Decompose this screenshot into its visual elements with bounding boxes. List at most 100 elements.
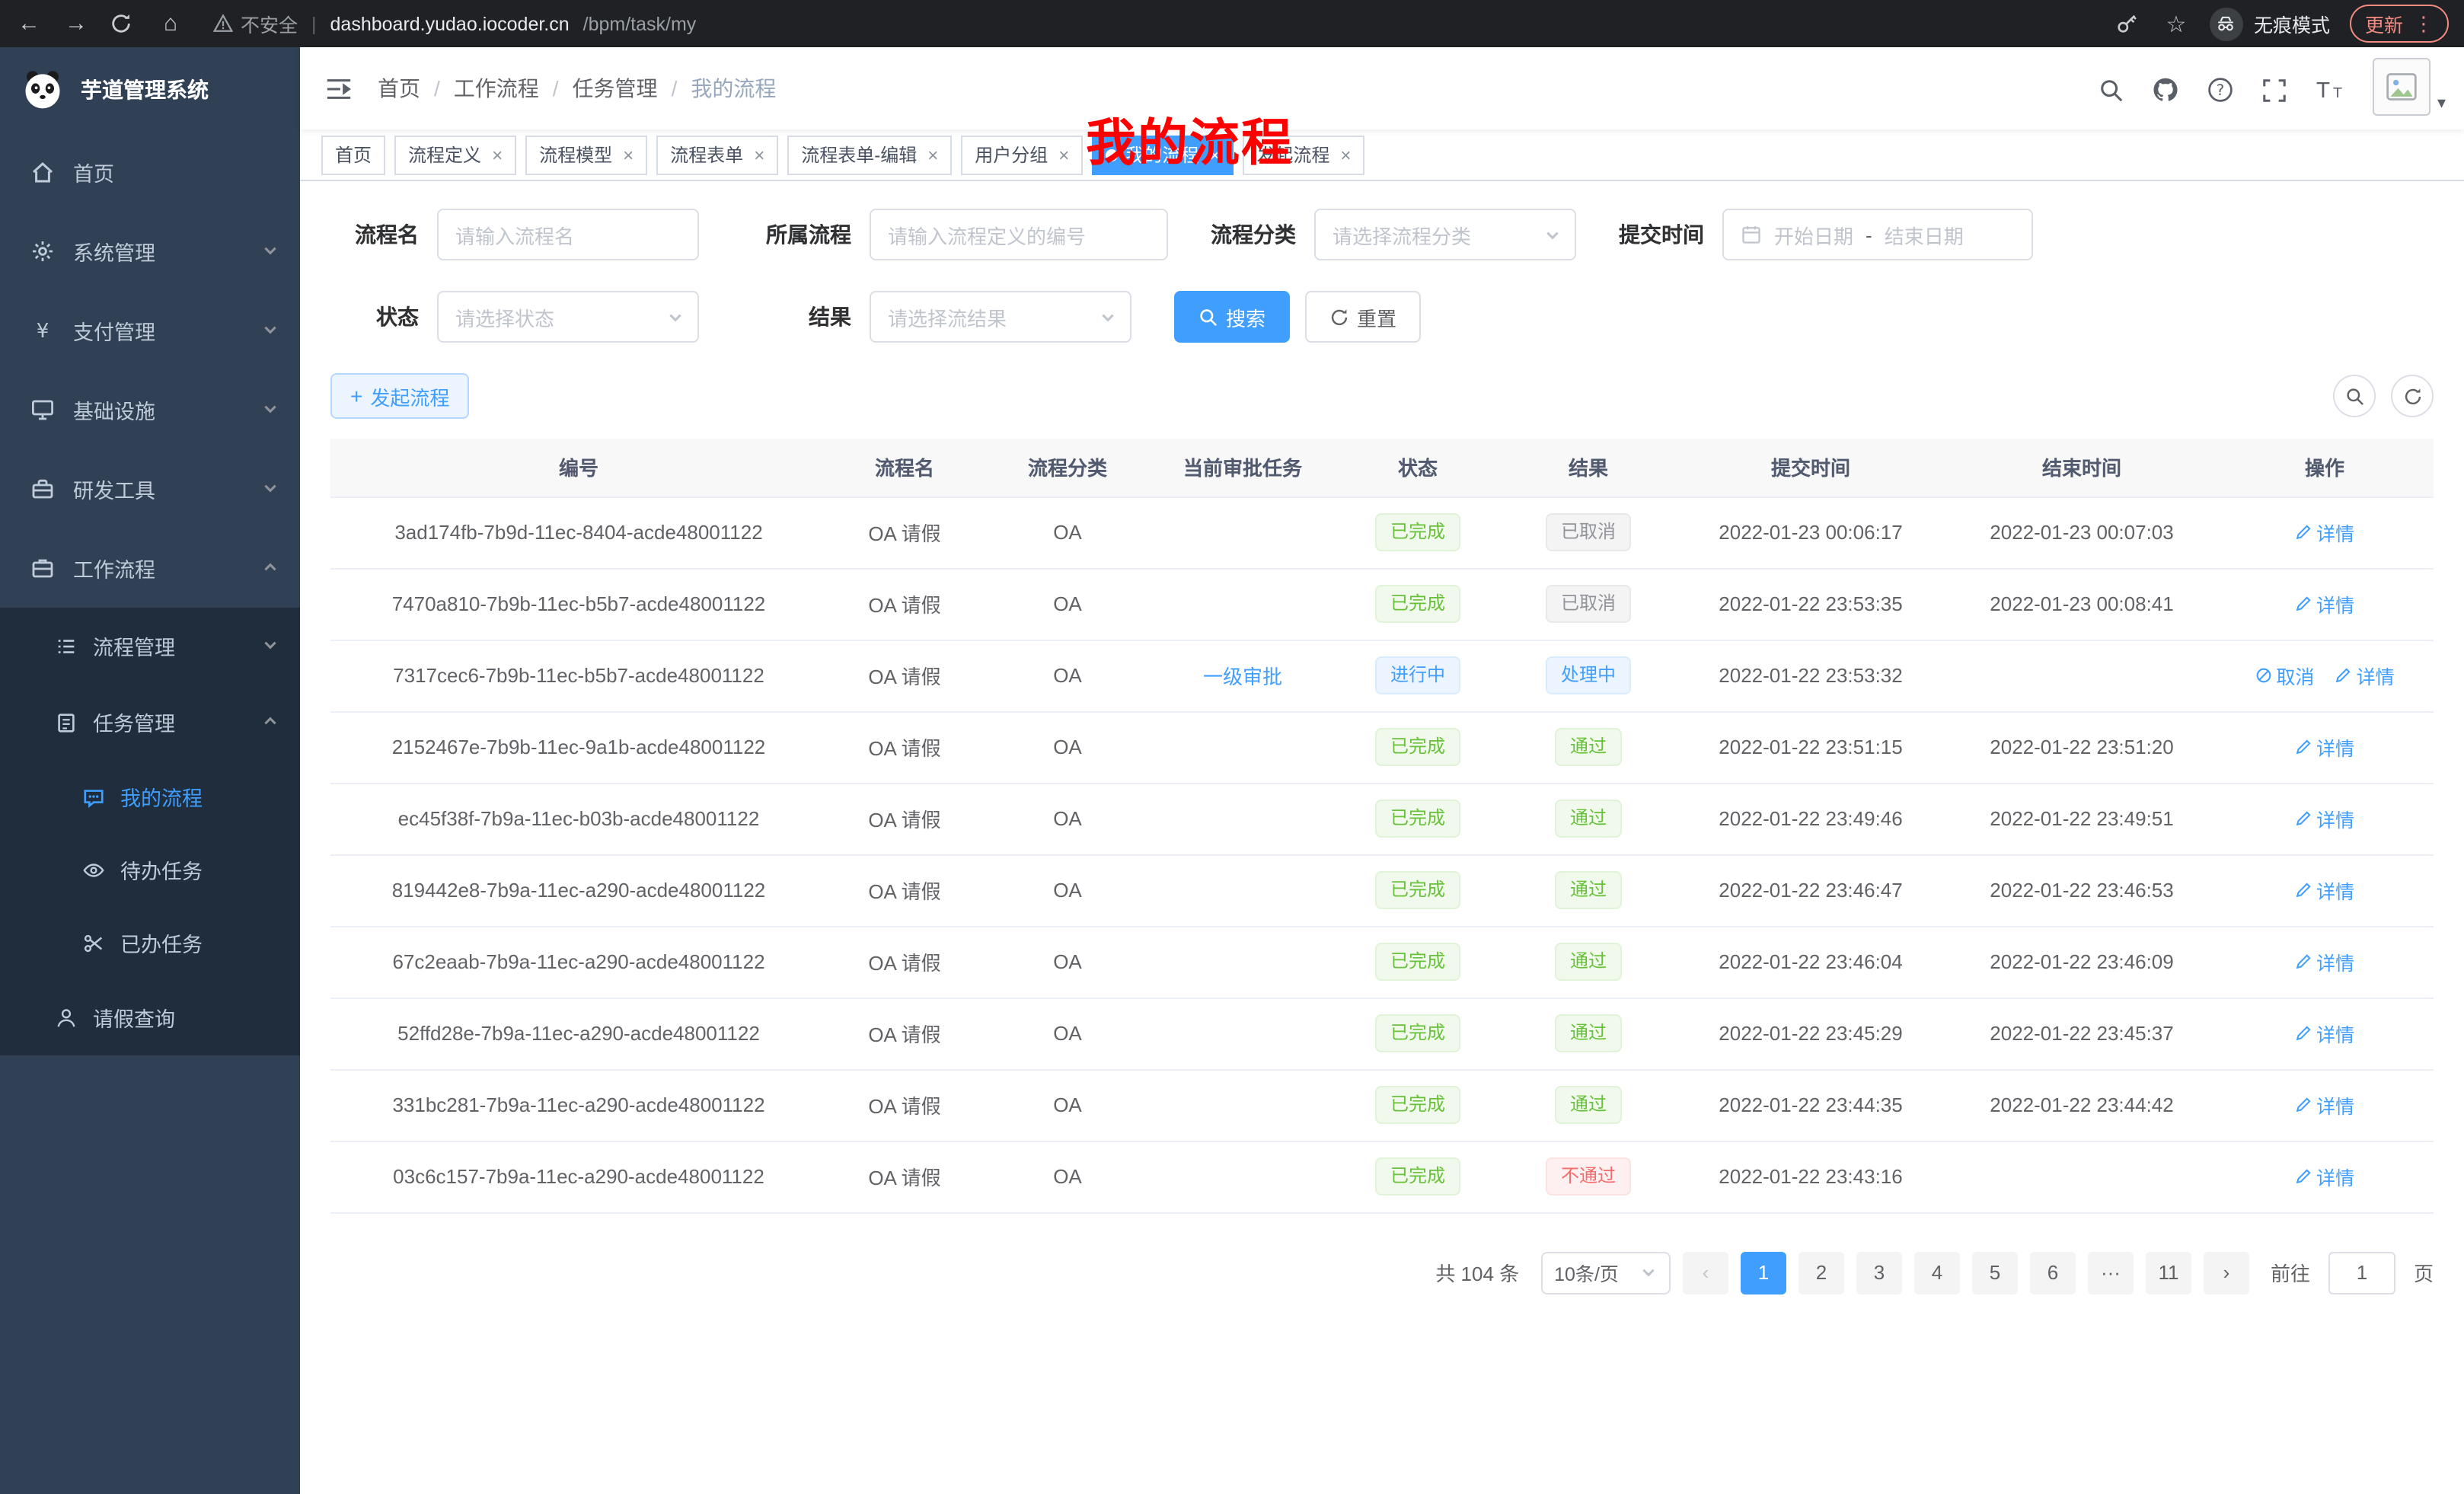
avatar-caret-icon[interactable]: ▾ [2437,93,2446,119]
next-page-button[interactable]: › [2204,1251,2249,1294]
browser-back-icon[interactable]: ← [15,11,43,37]
gear-icon [30,239,55,263]
result-select[interactable]: 请选择流结果 [870,291,1131,343]
sidebar-item-home[interactable]: 首页 [0,132,300,212]
start-process-button[interactable]: + 发起流程 [330,373,469,419]
breadcrumb-task-mgmt[interactable]: 任务管理 [573,73,658,104]
page-size-select[interactable]: 10条/页 [1540,1251,1671,1294]
bookmark-star-icon[interactable]: ☆ [2162,10,2190,37]
page-button-11[interactable]: 11 [2146,1251,2191,1294]
detail-link[interactable]: 详情 [2295,1090,2354,1119]
sidebar-item-workflow[interactable]: 工作流程 [0,528,300,608]
status-badge: 已完成 [1375,872,1460,909]
col-submit: 提交时间 [1674,439,1948,496]
close-icon[interactable]: × [623,144,634,165]
process-def-input[interactable]: 请输入流程定义的编号 [870,209,1168,260]
page-button-6[interactable]: 6 [2030,1251,2076,1294]
toggle-search-button[interactable] [2333,375,2376,417]
password-key-icon[interactable] [2115,12,2143,35]
detail-link[interactable]: 详情 [2295,876,2354,905]
sidebar-item-infra[interactable]: 基础设施 [0,370,300,449]
task-link[interactable]: 一级审批 [1203,666,1282,688]
prev-page-button[interactable]: ‹ [1683,1251,1728,1294]
detail-link[interactable]: 详情 [2295,589,2354,618]
detail-link[interactable]: 详情 [2335,661,2395,690]
detail-link[interactable]: 详情 [2295,804,2354,833]
avatar[interactable] [2373,58,2431,116]
sidebar-item-leave-query[interactable]: 请假查询 [0,979,300,1055]
close-icon[interactable]: × [1209,144,1220,165]
page-button-1[interactable]: 1 [1741,1251,1786,1294]
app-logo[interactable]: 芋道管理系统 [0,47,300,132]
sidebar-item-payment[interactable]: ¥ 支付管理 [0,291,300,370]
detail-link[interactable]: 详情 [2295,947,2354,976]
page-button-4[interactable]: 4 [1914,1251,1960,1294]
security-indicator[interactable]: 不安全 [213,9,298,38]
close-icon[interactable]: × [1058,144,1069,165]
result-badge: 通过 [1555,943,1622,981]
submit-time-range[interactable]: 开始日期 - 结束日期 [1722,209,2033,260]
sidebar-item-process-mgmt[interactable]: 流程管理 [0,608,300,684]
tab-my-process[interactable]: 我的流程× [1092,135,1234,174]
sidebar-item-task-mgmt[interactable]: 任务管理 [0,684,300,760]
search-icon[interactable] [2099,78,2125,119]
tab-home[interactable]: 首页 [321,135,385,174]
tab-process-form[interactable]: 流程表单× [656,135,778,174]
page-button-5[interactable]: 5 [1972,1251,2018,1294]
detail-link[interactable]: 详情 [2295,518,2354,547]
status-select[interactable]: 请选择状态 [437,291,699,343]
address-bar[interactable]: 不安全 | dashboard.yudao.iocoder.cn/bpm/tas… [213,9,696,38]
tab-process-model[interactable]: 流程模型× [525,135,647,174]
sidebar-item-system[interactable]: 系统管理 [0,212,300,291]
search-icon [2344,386,2364,406]
close-icon[interactable]: × [1340,144,1351,165]
close-icon[interactable]: × [927,144,938,165]
help-icon[interactable]: ? [2207,76,2235,119]
browser-forward-icon[interactable]: → [62,11,90,37]
svg-text:?: ? [2217,81,2226,99]
browser-update-button[interactable]: 更新 ⋮ [2350,5,2449,43]
category-select[interactable]: 请选择流程分类 [1314,209,1576,260]
breadcrumb-home[interactable]: 首页 [378,73,420,104]
security-label: 不安全 [241,9,298,38]
goto-page-input[interactable]: 1 [2328,1251,2395,1294]
status-badge: 已完成 [1375,1015,1460,1052]
github-icon[interactable] [2153,76,2180,119]
detail-link[interactable]: 详情 [2295,1162,2354,1191]
tab-start-process[interactable]: 发起流程× [1243,135,1364,174]
page-button-3[interactable]: 3 [1856,1251,1902,1294]
sidebar-item-done-tasks[interactable]: 已办任务 [0,906,300,979]
refresh-icon [1329,307,1349,327]
sidebar-item-my-process[interactable]: 我的流程 [0,760,300,833]
table-row: ec45f38f-7b9a-11ec-b03b-acde48001122 OA … [330,783,2434,854]
reset-button[interactable]: 重置 [1305,291,1421,343]
page-button-2[interactable]: 2 [1799,1251,1844,1294]
sidebar-item-todo-tasks[interactable]: 待办任务 [0,833,300,906]
cancel-link[interactable]: 取消 [2255,661,2314,690]
breadcrumb-workflow[interactable]: 工作流程 [454,73,539,104]
sidebar-item-devtools[interactable]: 研发工具 [0,449,300,528]
home-icon [30,160,55,184]
tab-process-form-edit[interactable]: 流程表单-编辑× [787,135,952,174]
detail-link[interactable]: 详情 [2295,733,2354,761]
search-button[interactable]: 搜索 [1174,291,1290,343]
tab-process-definition[interactable]: 流程定义× [394,135,516,174]
more-pages-button[interactable]: ··· [2088,1251,2134,1294]
browser-home-icon[interactable]: ⌂ [157,11,184,37]
process-name-input[interactable]: 请输入流程名 [437,209,699,260]
detail-link[interactable]: 详情 [2295,1019,2354,1048]
close-icon[interactable]: × [754,144,764,165]
panda-logo-icon [20,67,65,113]
tab-user-group[interactable]: 用户分组× [961,135,1083,174]
fullscreen-icon[interactable] [2262,78,2288,119]
refresh-table-button[interactable] [2391,375,2434,417]
status-badge: 已完成 [1375,514,1460,551]
hamburger-icon[interactable] [300,74,378,103]
pencil-icon [2295,953,2312,970]
font-size-icon[interactable]: TT [2316,78,2346,119]
result-badge: 已取消 [1546,514,1631,551]
browser-reload-icon[interactable] [110,12,137,35]
browser-menu-icon[interactable]: ⋮ [2414,11,2434,36]
chevron-down-icon [667,308,684,325]
close-icon[interactable]: × [492,144,503,165]
